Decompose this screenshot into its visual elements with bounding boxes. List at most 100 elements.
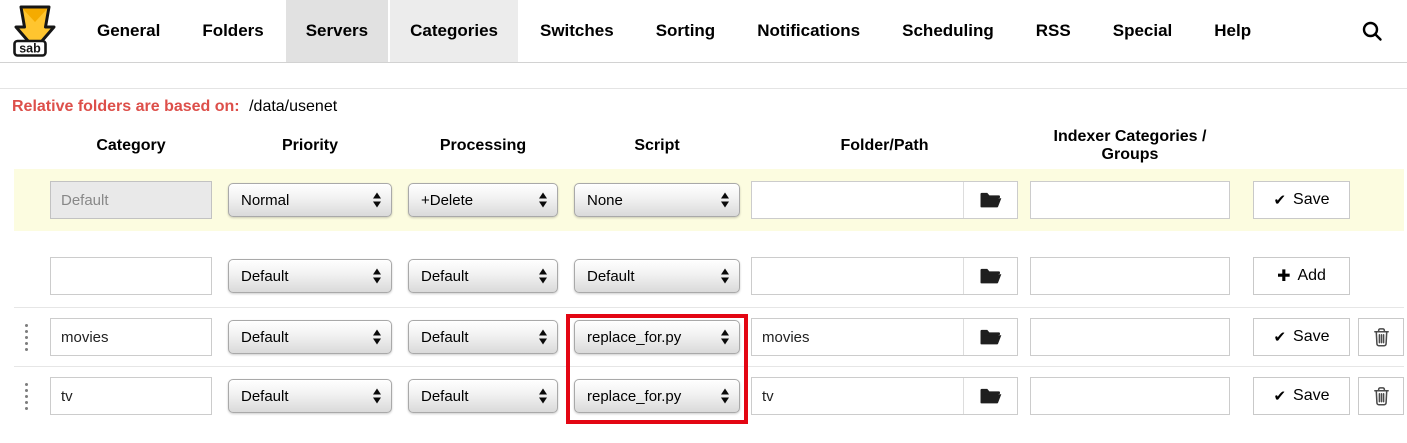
relative-folders-notice: Relative folders are based on: /data/use… bbox=[12, 98, 1407, 116]
script-select[interactable]: Default bbox=[574, 259, 740, 293]
processing-value: Default bbox=[421, 388, 469, 405]
check-icon: ✔ bbox=[1273, 191, 1286, 209]
tab-folders[interactable]: Folders bbox=[182, 0, 283, 62]
priority-select[interactable]: Default bbox=[228, 379, 392, 413]
category-name-input[interactable] bbox=[50, 257, 212, 295]
trash-icon bbox=[1372, 385, 1391, 407]
script-value: replace_for.py bbox=[587, 329, 681, 346]
chevron-up-down-icon bbox=[373, 330, 382, 345]
top-navbar: sab General Folders Servers Categories S… bbox=[0, 0, 1407, 63]
folder-icon bbox=[979, 328, 1002, 347]
categories-table: Category Priority Processing Script Fold… bbox=[14, 131, 1404, 425]
header-category: Category bbox=[50, 137, 212, 155]
processing-value: Default bbox=[421, 268, 469, 285]
folder-path-group bbox=[751, 257, 1018, 295]
chevron-up-down-icon bbox=[373, 269, 382, 284]
header-indexer: Indexer Categories / Groups bbox=[1030, 128, 1230, 164]
delete-category-button[interactable] bbox=[1358, 377, 1404, 415]
save-label: Save bbox=[1293, 328, 1329, 346]
folder-path-input[interactable] bbox=[752, 182, 963, 218]
section-divider bbox=[0, 88, 1407, 89]
folder-path-input[interactable] bbox=[752, 258, 963, 294]
header-processing: Processing bbox=[408, 137, 558, 155]
browse-folder-button[interactable] bbox=[963, 258, 1017, 294]
tab-special[interactable]: Special bbox=[1093, 0, 1193, 62]
processing-select[interactable]: Default bbox=[408, 379, 558, 413]
chevron-up-down-icon bbox=[721, 193, 730, 208]
chevron-up-down-icon bbox=[539, 193, 548, 208]
drag-handle[interactable] bbox=[14, 383, 50, 410]
tab-sorting[interactable]: Sorting bbox=[636, 0, 736, 62]
script-select[interactable]: replace_for.py bbox=[574, 320, 740, 354]
notice-label: Relative folders are based on: bbox=[12, 98, 240, 115]
category-name-input[interactable] bbox=[50, 377, 212, 415]
table-row-tv: Default Default replace_for.py ✔ Save bbox=[14, 367, 1404, 425]
trash-icon bbox=[1372, 326, 1391, 348]
browse-folder-button[interactable] bbox=[963, 378, 1017, 414]
priority-select[interactable]: Normal bbox=[228, 183, 392, 217]
save-label: Save bbox=[1293, 191, 1329, 209]
tab-help[interactable]: Help bbox=[1194, 0, 1271, 62]
chevron-up-down-icon bbox=[721, 330, 730, 345]
chevron-up-down-icon bbox=[539, 269, 548, 284]
processing-select[interactable]: Default bbox=[408, 259, 558, 293]
check-icon: ✔ bbox=[1273, 328, 1286, 346]
indexer-categories-input[interactable] bbox=[1030, 318, 1230, 356]
tab-categories[interactable]: Categories bbox=[390, 0, 518, 62]
indexer-categories-input[interactable] bbox=[1030, 377, 1230, 415]
processing-value: Default bbox=[421, 329, 469, 346]
priority-value: Default bbox=[241, 329, 289, 346]
add-label: Add bbox=[1297, 267, 1325, 285]
folder-path-group bbox=[751, 318, 1018, 356]
header-script: Script bbox=[574, 137, 740, 155]
chevron-up-down-icon bbox=[373, 389, 382, 404]
chevron-up-down-icon bbox=[539, 330, 548, 345]
sabnzbd-logo[interactable]: sab bbox=[12, 4, 58, 58]
tab-rss[interactable]: RSS bbox=[1016, 0, 1091, 62]
table-row-movies: Default Default replace_for.py ✔ Save bbox=[14, 308, 1404, 366]
tab-notifications[interactable]: Notifications bbox=[737, 0, 880, 62]
drag-handle[interactable] bbox=[14, 324, 50, 351]
folder-icon bbox=[979, 267, 1002, 286]
search-icon[interactable] bbox=[1343, 0, 1407, 62]
save-button[interactable]: ✔ Save bbox=[1253, 377, 1350, 415]
processing-select[interactable]: Default bbox=[408, 320, 558, 354]
priority-select[interactable]: Default bbox=[228, 320, 392, 354]
tab-scheduling[interactable]: Scheduling bbox=[882, 0, 1014, 62]
script-value: replace_for.py bbox=[587, 388, 681, 405]
tab-general[interactable]: General bbox=[77, 0, 180, 62]
chevron-up-down-icon bbox=[373, 193, 382, 208]
save-button[interactable]: ✔ Save bbox=[1253, 318, 1350, 356]
folder-path-input[interactable] bbox=[752, 319, 963, 355]
delete-category-button[interactable] bbox=[1358, 318, 1404, 356]
browse-folder-button[interactable] bbox=[963, 319, 1017, 355]
folder-path-group bbox=[751, 377, 1018, 415]
tab-servers[interactable]: Servers bbox=[286, 0, 388, 62]
priority-value: Default bbox=[241, 388, 289, 405]
priority-value: Default bbox=[241, 268, 289, 285]
header-priority: Priority bbox=[228, 137, 392, 155]
table-row-default: Normal +Delete None ✔ Save bbox=[14, 169, 1404, 231]
script-select[interactable]: None bbox=[574, 183, 740, 217]
chevron-up-down-icon bbox=[721, 389, 730, 404]
save-button[interactable]: ✔ Save bbox=[1253, 181, 1350, 219]
priority-value: Normal bbox=[241, 192, 289, 209]
indexer-categories-input[interactable] bbox=[1030, 257, 1230, 295]
browse-folder-button[interactable] bbox=[963, 182, 1017, 218]
folder-icon bbox=[979, 387, 1002, 406]
indexer-categories-input[interactable] bbox=[1030, 181, 1230, 219]
priority-select[interactable]: Default bbox=[228, 259, 392, 293]
chevron-up-down-icon bbox=[721, 269, 730, 284]
plus-icon: ✚ bbox=[1277, 266, 1290, 286]
save-label: Save bbox=[1293, 387, 1329, 405]
tab-switches[interactable]: Switches bbox=[520, 0, 634, 62]
add-button[interactable]: ✚ Add bbox=[1253, 257, 1350, 295]
category-name-input[interactable] bbox=[50, 318, 212, 356]
folder-icon bbox=[979, 191, 1002, 210]
folder-path-input[interactable] bbox=[752, 378, 963, 414]
processing-select[interactable]: +Delete bbox=[408, 183, 558, 217]
script-value: None bbox=[587, 192, 623, 209]
script-select[interactable]: replace_for.py bbox=[574, 379, 740, 413]
category-name-input bbox=[50, 181, 212, 219]
folder-path-group bbox=[751, 181, 1018, 219]
